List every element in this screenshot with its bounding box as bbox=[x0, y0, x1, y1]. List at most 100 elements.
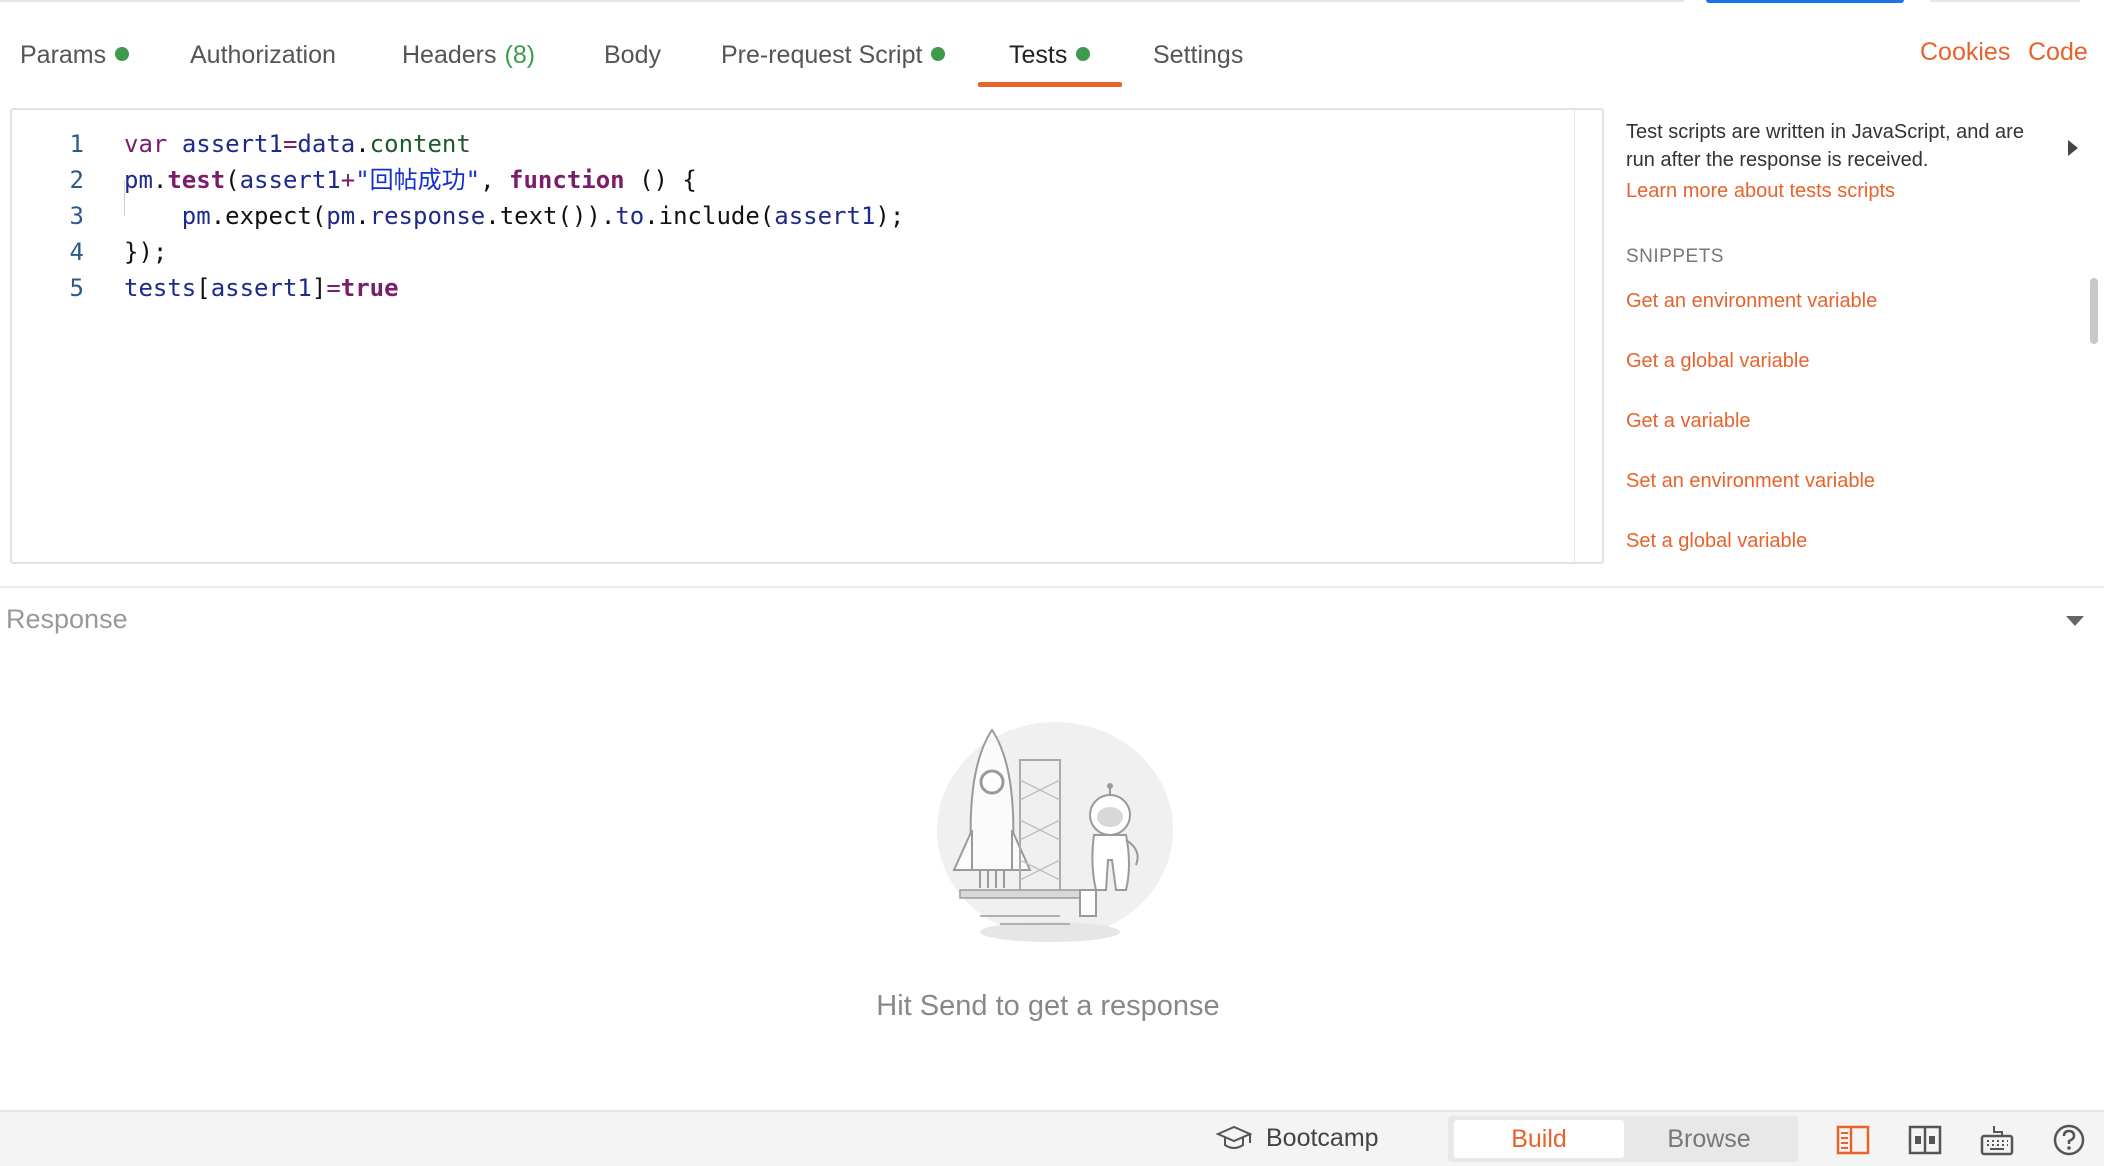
pane-divider[interactable] bbox=[0, 586, 2104, 588]
code-token: .text()). bbox=[485, 202, 616, 230]
tab-params[interactable]: Params bbox=[20, 28, 130, 86]
tab-label: Settings bbox=[1153, 41, 1244, 69]
line-number: 5 bbox=[69, 274, 84, 302]
tab-label: Pre-request Script bbox=[721, 41, 923, 69]
code-token: [ bbox=[196, 274, 211, 302]
tab-headers[interactable]: Headers (8) bbox=[402, 28, 535, 86]
code-token: . bbox=[152, 166, 168, 194]
status-dot bbox=[1076, 47, 1091, 61]
code-token: true bbox=[340, 274, 399, 302]
code-token: }); bbox=[124, 238, 168, 266]
code-link[interactable]: Code bbox=[2028, 38, 2088, 67]
editor-gutter-divider bbox=[1574, 110, 1575, 562]
code-text: var assert1=data.content bbox=[124, 126, 471, 162]
code-text: pm.test(assert1+"回帖成功", function () { bbox=[124, 162, 697, 198]
snippet-get-environment-variable[interactable]: Get an environment variable bbox=[1626, 290, 1877, 313]
rocket-astronaut-illustration bbox=[937, 722, 1173, 942]
tab-label: Tests bbox=[1009, 41, 1068, 69]
code-token: content bbox=[369, 130, 471, 158]
top-divider bbox=[0, 0, 1684, 2]
code-token: () { bbox=[624, 166, 697, 194]
tests-description: Test scripts are written in JavaScript, … bbox=[1626, 121, 2024, 171]
snippet-get-global-variable[interactable]: Get a global variable bbox=[1626, 350, 1809, 373]
code-text: tests[assert1]=true bbox=[124, 270, 399, 306]
snippets-scrollbar[interactable] bbox=[2090, 278, 2098, 344]
tab-tests[interactable]: Tests bbox=[1009, 28, 1091, 86]
code-line: 5 tests[assert1]=true bbox=[10, 270, 1570, 306]
line-number: 2 bbox=[69, 166, 84, 194]
code-token: . bbox=[355, 202, 370, 230]
active-tab-indicator bbox=[978, 82, 1122, 87]
response-heading: Response bbox=[6, 604, 128, 634]
code-token: assert1 bbox=[210, 274, 312, 302]
code-token: "回帖成功" bbox=[355, 166, 481, 194]
code-token: . bbox=[355, 130, 370, 158]
line-number: 3 bbox=[69, 202, 84, 230]
two-pane-view-icon[interactable] bbox=[1836, 1124, 1870, 1156]
code-token: pm bbox=[181, 202, 211, 230]
code-token: test bbox=[167, 166, 226, 194]
bootcamp-button[interactable]: Bootcamp bbox=[1216, 1116, 1379, 1160]
response-collapse-icon[interactable] bbox=[2066, 616, 2084, 626]
keyboard-shortcuts-icon[interactable] bbox=[1980, 1124, 2014, 1156]
browse-mode-button[interactable]: Browse bbox=[1624, 1120, 1794, 1158]
code-token: pm bbox=[124, 166, 153, 194]
snippet-set-environment-variable[interactable]: Set an environment variable bbox=[1626, 470, 1875, 493]
code-token: tests bbox=[124, 274, 197, 302]
code-lines: 1 var assert1=data.content 2 pm.test(assert… bbox=[10, 108, 1574, 564]
layout-icon[interactable] bbox=[1908, 1124, 1942, 1156]
code-token: data bbox=[297, 130, 356, 158]
code-line: 4}); bbox=[10, 234, 1570, 270]
save-button-edge[interactable] bbox=[1930, 0, 2080, 2]
tab-label: Body bbox=[604, 41, 661, 69]
snippets-heading: SNIPPETS bbox=[1626, 246, 1724, 267]
code-token: ( bbox=[225, 166, 240, 194]
code-token: ); bbox=[875, 202, 905, 230]
tab-body[interactable]: Body bbox=[604, 28, 661, 86]
tab-label: Params bbox=[20, 41, 107, 69]
code-token: ] bbox=[311, 274, 327, 302]
code-token: var bbox=[124, 130, 168, 158]
build-mode-button[interactable]: Build bbox=[1454, 1120, 1624, 1158]
code-token: .expect( bbox=[210, 202, 327, 230]
tab-label: Headers bbox=[402, 41, 497, 69]
code-token: assert1 bbox=[774, 202, 876, 230]
bootcamp-label: Bootcamp bbox=[1266, 1123, 1379, 1152]
empty-response-message: Hit Send to get a response bbox=[876, 990, 1220, 1022]
collapse-panel-arrow-icon[interactable] bbox=[2068, 140, 2078, 156]
code-token: function bbox=[509, 166, 625, 194]
code-line: 3 pm.expect(pm.response.text()).to.inclu… bbox=[10, 198, 1570, 234]
snippet-get-variable[interactable]: Get a variable bbox=[1626, 410, 1751, 433]
code-token: response bbox=[369, 202, 486, 230]
line-number: 1 bbox=[69, 130, 84, 158]
snippet-set-global-variable[interactable]: Set a global variable bbox=[1626, 530, 1807, 553]
code-token: .include( bbox=[644, 202, 775, 230]
cookies-link[interactable]: Cookies bbox=[1920, 38, 2010, 67]
indent-guide bbox=[124, 180, 125, 216]
code-token: = bbox=[326, 274, 341, 302]
status-dot bbox=[931, 47, 946, 61]
graduation-cap-icon bbox=[1216, 1125, 1252, 1149]
tab-pre-request-script[interactable]: Pre-request Script bbox=[721, 28, 946, 86]
code-token: to bbox=[615, 202, 645, 230]
code-token: , bbox=[480, 166, 510, 194]
line-number: 4 bbox=[69, 238, 84, 266]
code-text: }); bbox=[124, 234, 167, 270]
code-token: assert1 bbox=[239, 166, 341, 194]
help-icon[interactable] bbox=[2052, 1124, 2086, 1156]
code-token: + bbox=[340, 166, 356, 194]
tab-label: Authorization bbox=[190, 41, 336, 69]
code-token: assert1 bbox=[181, 130, 283, 158]
headers-count: (8) bbox=[504, 41, 536, 69]
tab-settings[interactable]: Settings bbox=[1153, 28, 1243, 86]
tab-authorization[interactable]: Authorization bbox=[190, 28, 336, 86]
code-line: 2 pm.test(assert1+"回帖成功", function () { bbox=[10, 162, 1570, 198]
code-token: = bbox=[282, 130, 298, 158]
code-text: pm.expect(pm.response.text()).to.include… bbox=[124, 198, 905, 234]
learn-more-link[interactable]: Learn more about tests scripts bbox=[1626, 180, 1895, 203]
code-line: 1 var assert1=data.content bbox=[10, 126, 1570, 162]
code-token: pm bbox=[326, 202, 356, 230]
send-button-edge[interactable] bbox=[1706, 0, 1904, 3]
